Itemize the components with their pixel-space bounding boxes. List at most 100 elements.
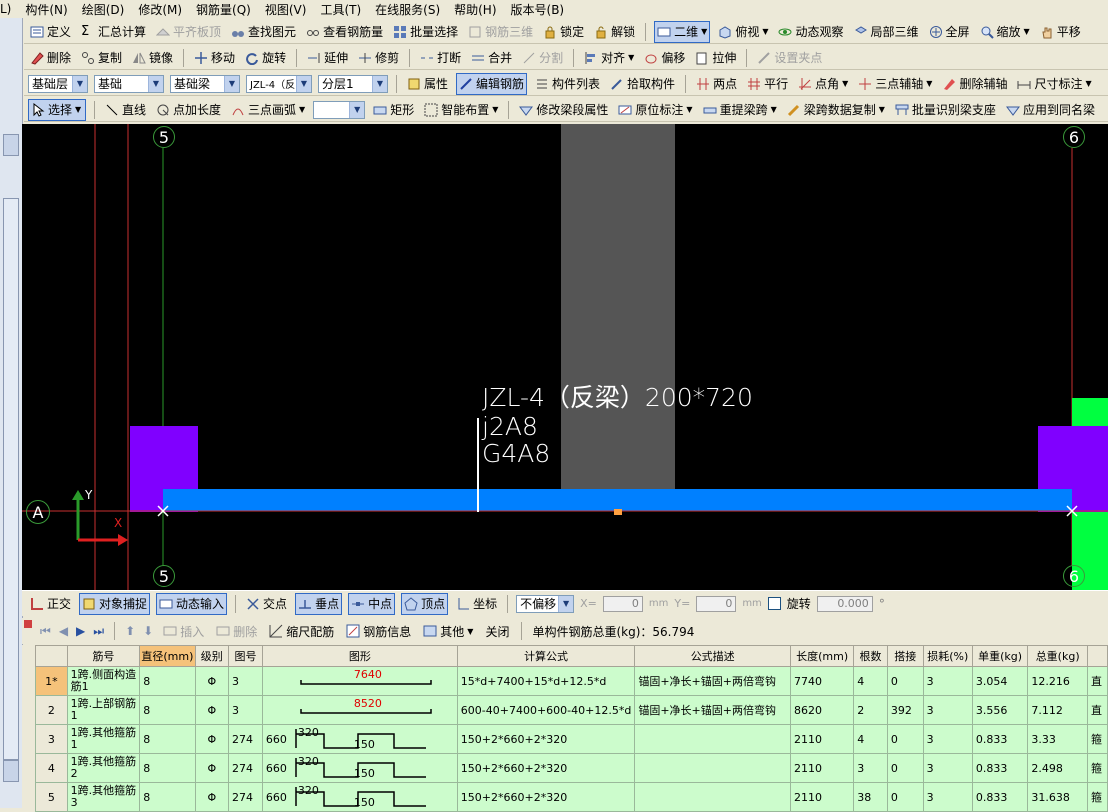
del-aux-button[interactable]: 删除辅轴 (940, 74, 1009, 94)
loss-cell[interactable]: 3 (922, 724, 973, 754)
length-cell[interactable]: 2110 (790, 724, 855, 754)
diameter-cell[interactable]: 8 (139, 782, 196, 812)
column-header-formula[interactable]: 计算公式 (456, 645, 636, 667)
shape-cell[interactable]: 8520 (261, 695, 458, 725)
total-weight-cell[interactable]: 12.216 (1027, 666, 1088, 696)
redo-span-button[interactable]: 重提梁跨 ▼ (701, 100, 779, 120)
prev-record-icon[interactable]: ◀ (59, 624, 68, 638)
menu-item-rebar[interactable]: 钢筋量(Q) (196, 1, 251, 18)
length-cell[interactable]: 7740 (790, 666, 855, 696)
three-point-aux-button[interactable]: 三点辅轴 ▼ (856, 74, 934, 94)
row-index[interactable]: 5 (35, 782, 68, 812)
formula-cell[interactable]: 15*d+7400+15*d+12.5*d (456, 666, 636, 696)
elem-list-button[interactable]: 构件列表 (533, 74, 602, 94)
grade-cell[interactable]: Φ (194, 753, 230, 783)
extra-cell[interactable]: 箍 (1086, 724, 1108, 754)
lap-cell[interactable]: 392 (886, 695, 924, 725)
row-index[interactable]: 2 (35, 695, 68, 725)
mirror-button[interactable]: 镜像 (130, 48, 175, 68)
bar-name-cell[interactable]: 1跨.上部钢筋1 (66, 695, 141, 725)
lap-cell[interactable]: 0 (886, 724, 924, 754)
column-header-fig-no[interactable]: 图号 (228, 645, 263, 667)
select-button[interactable]: 选择 ▼ (28, 98, 86, 121)
lap-cell[interactable]: 0 (886, 666, 924, 696)
rebar-3d-button[interactable]: 钢筋三维 (466, 22, 535, 42)
vertex-snap[interactable]: 顶点 (401, 592, 449, 615)
loss-cell[interactable]: 3 (922, 695, 973, 725)
sum-calc-button[interactable]: Σ 汇总计算 (79, 22, 148, 42)
shape-cell[interactable]: 660 320 150 (261, 753, 458, 783)
unit-weight-cell[interactable]: 0.833 (971, 724, 1029, 754)
set-point-button[interactable]: 设置夹点 (755, 48, 824, 68)
column-header-desc[interactable]: 公式描述 (634, 645, 792, 667)
insert-row-button[interactable]: 插入 (161, 621, 206, 641)
bar-name-cell[interactable]: 1跨.侧面构造筋1 (66, 666, 141, 696)
arc-option-select[interactable]: ▼ (313, 100, 366, 119)
copy-button[interactable]: 复制 (79, 48, 124, 68)
menu-item-help[interactable]: 帮助(H) (454, 1, 496, 18)
fig-no-cell[interactable]: 3 (228, 695, 263, 725)
scale-rebar-button[interactable]: 缩尺配筋 (267, 621, 336, 641)
menu-item[interactable]: L) (0, 2, 11, 16)
diameter-cell[interactable]: 8 (139, 753, 196, 783)
view-dir-button[interactable]: 俯视 ▼ (716, 22, 770, 42)
grade-cell[interactable]: Φ (194, 695, 230, 725)
elem-type-select[interactable]: 基础梁 ▼ (170, 74, 240, 93)
bar-name-cell[interactable]: 1跨.其他箍筋2 (66, 753, 141, 783)
shape-cell[interactable]: 660 320 150 (261, 724, 458, 754)
scroll-up-button[interactable] (3, 134, 19, 156)
beam-jzl-4[interactable] (163, 489, 1072, 511)
next-record-icon[interactable]: ▶ (76, 624, 85, 638)
find-elem-button[interactable]: 查找图元 (229, 22, 298, 42)
last-record-icon[interactable]: ⏭ (93, 624, 104, 639)
lap-cell[interactable]: 0 (886, 782, 924, 812)
in-situ-button[interactable]: 原位标注 ▼ (616, 100, 694, 120)
menu-item-version[interactable]: 版本号(B) (511, 1, 565, 18)
column-header-length[interactable]: 长度(mm) (790, 645, 855, 667)
formula-cell[interactable]: 150+2*660+2*320 (456, 782, 636, 812)
menu-item-tools[interactable]: 工具(T) (320, 1, 361, 18)
batch-select-button[interactable]: 批量选择 (391, 22, 460, 42)
batch-support-button[interactable]: 批量识别梁支座 (893, 100, 998, 120)
perp-snap[interactable]: 垂点 (295, 592, 343, 615)
extra-cell[interactable]: 直 (1086, 695, 1108, 725)
row-index[interactable]: 1* (35, 666, 68, 696)
column-header-unit-weight[interactable]: 单重(kg) (971, 645, 1029, 667)
define-button[interactable]: 定义 (28, 22, 73, 42)
rotate-checkbox[interactable] (767, 597, 781, 610)
desc-cell[interactable]: 锚固+净长+锚固+两倍弯钩 (634, 695, 792, 725)
table-row[interactable]: 1* 1跨.侧面构造筋1 8 Φ 3 7640 15*d+7400+15*d+1… (35, 666, 1108, 696)
dyn-input-toggle[interactable]: 动态输入 (156, 592, 228, 615)
column-header-shape[interactable]: 图形 (261, 645, 458, 667)
column-header-loss[interactable]: 损耗(%) (922, 645, 973, 667)
flat-board-button[interactable]: 平齐板顶 (154, 22, 223, 42)
total-weight-cell[interactable]: 2.498 (1027, 753, 1088, 783)
column-header-lap[interactable]: 搭接 (886, 645, 924, 667)
table-row[interactable]: 5 1跨.其他箍筋3 8 Φ 274 660 320 150 150+2*660… (35, 782, 1108, 812)
shape-cell[interactable]: 7640 (261, 666, 458, 696)
bar-name-cell[interactable]: 1跨.其他箍筋3 (66, 782, 141, 812)
coord-snap[interactable]: 坐标 (454, 594, 499, 614)
y-coord-input[interactable]: 0 (696, 595, 737, 612)
extend-button[interactable]: 延伸 (305, 48, 350, 68)
unit-weight-cell[interactable]: 0.833 (971, 753, 1029, 783)
view-rebar-button[interactable]: 查看钢筋量 (304, 22, 385, 42)
split-button[interactable]: 分割 (520, 48, 565, 68)
move-up-icon[interactable]: ⬆ (125, 624, 135, 638)
layer-type-select[interactable]: 基础 ▼ (94, 74, 164, 93)
formula-cell[interactable]: 150+2*660+2*320 (456, 724, 636, 754)
table-row[interactable]: 3 1跨.其他箍筋1 8 Φ 274 660 320 150 150+2*660… (35, 724, 1108, 754)
chevron-down-icon[interactable]: ▼ (372, 75, 387, 92)
mid-snap[interactable]: 中点 (348, 592, 396, 615)
close-grid-button[interactable]: 关闭 (483, 621, 511, 641)
parallel-button[interactable]: 平行 (745, 74, 790, 94)
apply-same-button[interactable]: 应用到同名梁 (1004, 100, 1097, 120)
fig-no-cell[interactable]: 3 (228, 666, 263, 696)
desc-cell[interactable] (634, 724, 792, 754)
rotate-button[interactable]: 旋转 (243, 48, 288, 68)
loss-cell[interactable]: 3 (922, 753, 973, 783)
close-panel-icon[interactable] (24, 620, 32, 628)
column-header-total-weight[interactable]: 总重(kg) (1027, 645, 1088, 667)
shape-cell[interactable]: 660 320 150 (261, 782, 458, 812)
grade-cell[interactable]: Φ (194, 666, 230, 696)
